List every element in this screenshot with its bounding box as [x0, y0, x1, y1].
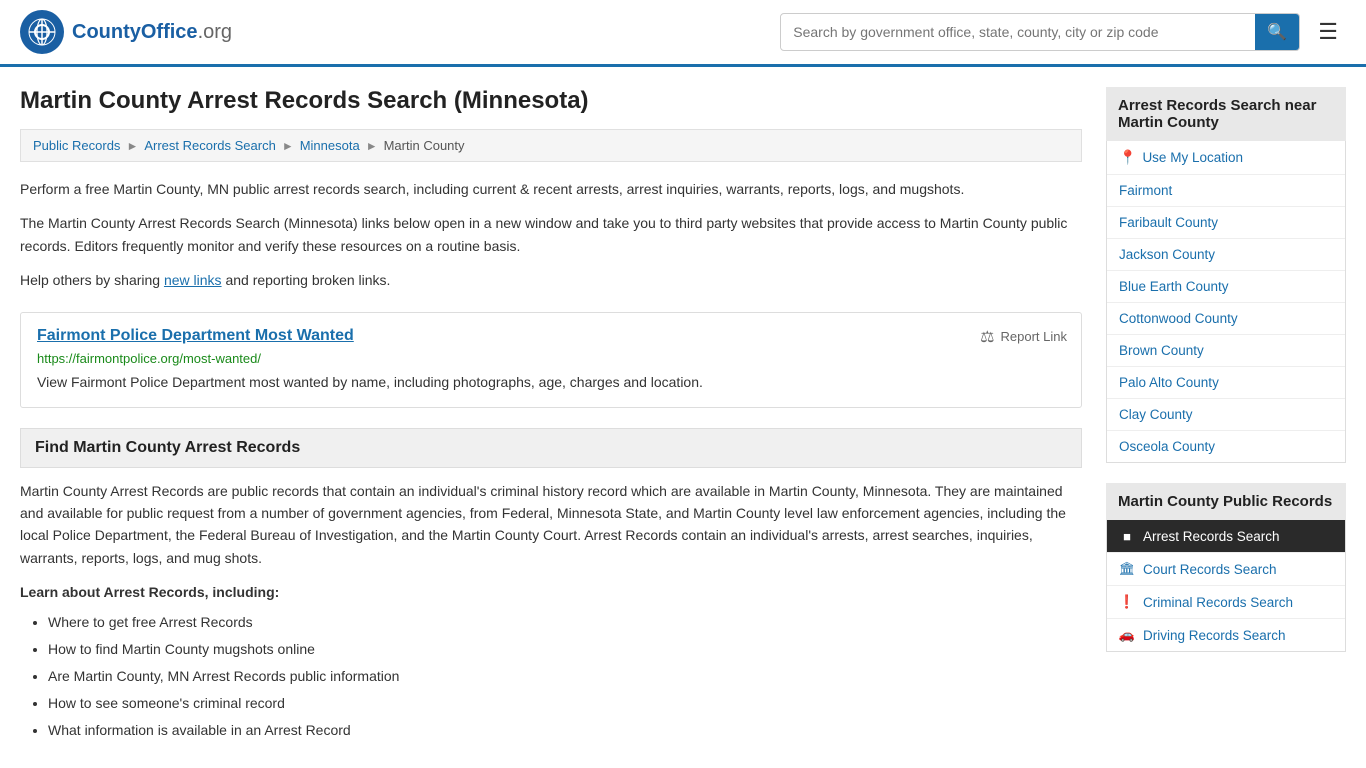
pin-icon: 📍: [1119, 149, 1136, 166]
description-p1: Perform a free Martin County, MN public …: [20, 178, 1082, 200]
breadcrumb-minnesota[interactable]: Minnesota: [300, 138, 360, 153]
sidebar-public-records-list: ■ Arrest Records Search 🏛 Court Records …: [1106, 520, 1346, 652]
record-card-title[interactable]: Fairmont Police Department Most Wanted: [37, 327, 1065, 345]
list-item: How to find Martin County mugshots onlin…: [48, 639, 1082, 660]
learn-title: Learn about Arrest Records, including:: [20, 581, 1082, 603]
court-records-icon: 🏛: [1119, 561, 1135, 577]
sidebar-item-osceola[interactable]: Osceola County: [1107, 431, 1345, 462]
sidebar-nearby-title: Arrest Records Search near Martin County: [1106, 87, 1346, 141]
record-card-description: View Fairmont Police Department most wan…: [37, 372, 1065, 393]
breadcrumb-public-records[interactable]: Public Records: [33, 138, 120, 153]
find-section-body: Martin County Arrest Records are public …: [20, 480, 1082, 741]
sidebar-item-driving-records[interactable]: 🚗 Driving Records Search: [1107, 619, 1345, 651]
description-area: Perform a free Martin County, MN public …: [20, 178, 1082, 292]
sidebar: Arrest Records Search near Martin County…: [1106, 87, 1346, 747]
sidebar-nearby-list: 📍 Use My Location Fairmont Faribault Cou…: [1106, 141, 1346, 463]
sidebar-item-faribault[interactable]: Faribault County: [1107, 207, 1345, 239]
find-section-text: Martin County Arrest Records are public …: [20, 480, 1082, 570]
main-content: Martin County Arrest Records Search (Min…: [20, 87, 1082, 747]
sidebar-item-arrest-records[interactable]: ■ Arrest Records Search: [1107, 520, 1345, 553]
sidebar-item-brown[interactable]: Brown County: [1107, 335, 1345, 367]
list-item: Are Martin County, MN Arrest Records pub…: [48, 666, 1082, 687]
breadcrumb-current: Martin County: [384, 138, 465, 153]
record-card-url: https://fairmontpolice.org/most-wanted/: [37, 351, 1065, 366]
menu-button[interactable]: ☰: [1310, 15, 1346, 49]
sidebar-item-court-records[interactable]: 🏛 Court Records Search: [1107, 553, 1345, 586]
sidebar-item-jackson[interactable]: Jackson County: [1107, 239, 1345, 271]
search-input[interactable]: [781, 16, 1255, 48]
breadcrumb: Public Records ► Arrest Records Search ►…: [20, 129, 1082, 162]
sidebar-item-clay[interactable]: Clay County: [1107, 399, 1345, 431]
search-button[interactable]: 🔍: [1255, 14, 1299, 50]
arrest-records-icon: ■: [1119, 528, 1135, 544]
find-section: Find Martin County Arrest Records Martin…: [20, 428, 1082, 741]
main-container: Martin County Arrest Records Search (Min…: [0, 67, 1366, 767]
breadcrumb-sep-3: ►: [366, 139, 378, 153]
header-right: 🔍 ☰: [780, 13, 1346, 51]
sidebar-item-use-location[interactable]: 📍 Use My Location: [1107, 141, 1345, 175]
logo-text: CountyOffice.org: [72, 21, 232, 44]
sidebar-item-criminal-records[interactable]: ❗ Criminal Records Search: [1107, 586, 1345, 619]
breadcrumb-sep-1: ►: [126, 139, 138, 153]
breadcrumb-arrest-records[interactable]: Arrest Records Search: [144, 138, 276, 153]
criminal-records-icon: ❗: [1119, 594, 1135, 610]
page-title: Martin County Arrest Records Search (Min…: [20, 87, 1082, 115]
sidebar-item-palo-alto[interactable]: Palo Alto County: [1107, 367, 1345, 399]
sidebar-public-records-title: Martin County Public Records: [1106, 483, 1346, 520]
list-item: Where to get free Arrest Records: [48, 612, 1082, 633]
report-icon: ⚖: [980, 327, 994, 347]
description-p2: The Martin County Arrest Records Search …: [20, 212, 1082, 257]
sidebar-item-cottonwood[interactable]: Cottonwood County: [1107, 303, 1345, 335]
description-p3: Help others by sharing new links and rep…: [20, 269, 1082, 291]
find-section-header: Find Martin County Arrest Records: [20, 428, 1082, 468]
sidebar-nearby-section: Arrest Records Search near Martin County…: [1106, 87, 1346, 463]
sidebar-public-records-section: Martin County Public Records ■ Arrest Re…: [1106, 483, 1346, 652]
list-item: How to see someone's criminal record: [48, 693, 1082, 714]
report-link-button[interactable]: ⚖ Report Link: [980, 327, 1067, 347]
sidebar-item-fairmont[interactable]: Fairmont: [1107, 175, 1345, 207]
record-card: ⚖ Report Link Fairmont Police Department…: [20, 312, 1082, 408]
new-links-link[interactable]: new links: [164, 272, 222, 288]
search-bar: 🔍: [780, 13, 1300, 51]
learn-list: Where to get free Arrest Records How to …: [20, 612, 1082, 741]
list-item: What information is available in an Arre…: [48, 720, 1082, 741]
logo-area: CountyOffice.org: [20, 10, 232, 54]
site-header: CountyOffice.org 🔍 ☰: [0, 0, 1366, 67]
sidebar-item-blue-earth[interactable]: Blue Earth County: [1107, 271, 1345, 303]
driving-records-icon: 🚗: [1119, 627, 1135, 643]
breadcrumb-sep-2: ►: [282, 139, 294, 153]
logo-icon: [20, 10, 64, 54]
